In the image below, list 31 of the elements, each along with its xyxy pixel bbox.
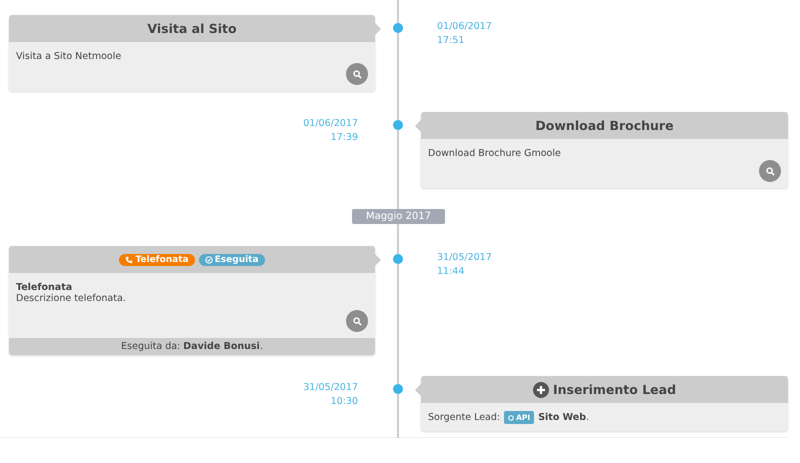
- body-text: Download Brochure Gmoole: [428, 148, 562, 159]
- timestamp: 01/06/2017 17:39: [303, 117, 359, 145]
- body-text: Visita a Sito Netmoole: [16, 51, 122, 62]
- tag: Eseguita: [198, 254, 265, 266]
- search-button[interactable]: [759, 160, 781, 182]
- timestamp: 31/05/2017 11:44: [436, 251, 493, 279]
- timestamp: 31/05/2017 10:30: [303, 381, 359, 409]
- timeline-dot: [393, 384, 403, 394]
- search-button[interactable]: [346, 63, 368, 85]
- phone-icon: [125, 256, 134, 264]
- source-value: Sito Web.: [538, 412, 590, 423]
- check-circle-icon: [204, 256, 213, 264]
- month-label: Maggio 2017: [352, 209, 445, 224]
- card-title: Inserimento Lead: [552, 382, 676, 397]
- circle-icon: [508, 414, 514, 420]
- card-title: Visita al Sito: [147, 21, 237, 36]
- search-icon: [352, 70, 362, 78]
- search-icon: [352, 316, 362, 326]
- timestamp: 01/06/2017 17:51: [436, 20, 493, 48]
- card-footer: Eseguita da: Davide Bonusi.: [9, 338, 375, 355]
- source-label: Sorgente Lead:: [428, 412, 500, 423]
- body-text: Descrizione telefonata.: [16, 293, 127, 304]
- plus-icon: [532, 382, 549, 398]
- body-title: Telefonata: [16, 282, 74, 293]
- timeline-dot: [393, 23, 403, 33]
- search-icon: [766, 166, 774, 176]
- timeline-dot: [393, 120, 403, 130]
- card-title: Download Brochure: [535, 118, 674, 133]
- timeline-dot: [393, 254, 403, 264]
- search-button[interactable]: [346, 310, 368, 332]
- tag: Telefonata: [119, 254, 195, 266]
